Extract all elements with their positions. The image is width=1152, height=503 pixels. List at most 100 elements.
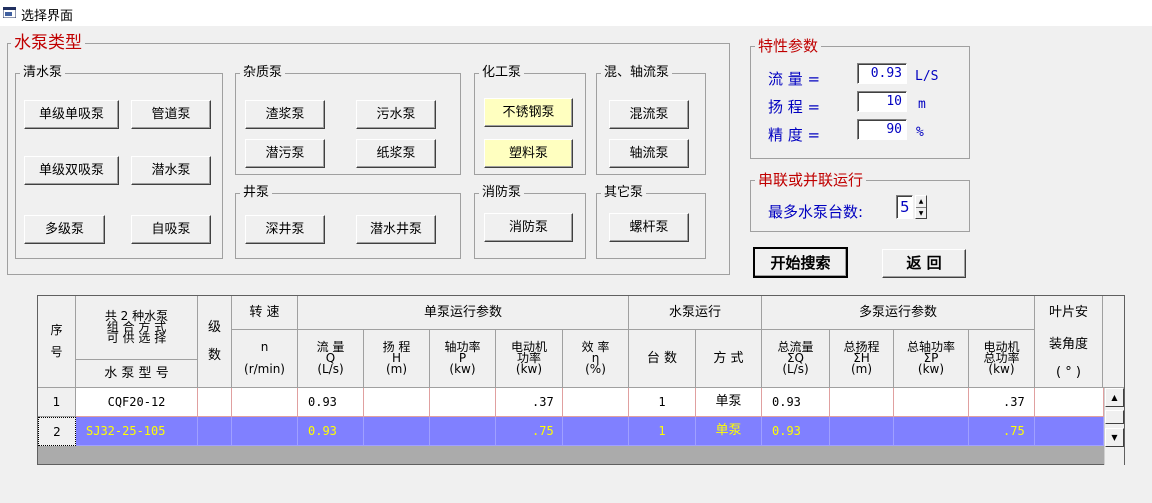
cell-total-head[interactable]: [830, 388, 894, 417]
pipeline-pump-button[interactable]: 管道泵: [131, 100, 211, 129]
precision-label: 精 度 =: [768, 126, 821, 144]
header-total-motor: 电动机 总功率 (kw): [969, 330, 1035, 388]
title-bar: 选择界面: [0, 0, 1152, 26]
cell-count[interactable]: 1: [629, 388, 696, 417]
cell-efficiency[interactable]: [563, 388, 629, 417]
header-speed: 转 速: [232, 296, 298, 330]
mixed-flow-pump-button[interactable]: 混流泵: [609, 100, 689, 129]
cell-speed[interactable]: [232, 417, 298, 446]
header-single-params: 单泵运行参数: [298, 296, 629, 330]
spin-down-icon[interactable]: ▼: [916, 207, 926, 218]
params-legend: 特性参数: [758, 37, 819, 55]
chemical-pump-legend: 化工泵: [482, 65, 522, 80]
cell-count[interactable]: 1: [629, 417, 696, 446]
header-pump-run: 水泵运行: [629, 296, 762, 330]
clear-water-legend: 清水泵: [23, 65, 63, 80]
header-blade-top: 叶片安: [1035, 296, 1103, 330]
cell-shaft-power[interactable]: [430, 388, 496, 417]
precision-unit: %: [916, 125, 924, 140]
cell-model[interactable]: CQF20-12: [76, 388, 198, 417]
cell-mode[interactable]: 单泵: [696, 417, 762, 446]
head-unit: m: [918, 97, 926, 112]
max-pumps-spinner[interactable]: ▲ ▼: [915, 195, 927, 219]
header-total-shaft: 总轴功率 ΣP (kw): [894, 330, 969, 388]
flow-unit: L/S: [915, 69, 939, 84]
app-icon: [3, 7, 16, 18]
submersible-well-pump-button[interactable]: 潜水井泵: [356, 215, 436, 244]
cell-head[interactable]: [364, 388, 430, 417]
max-pumps-field[interactable]: 5: [896, 195, 913, 219]
well-pump-legend: 井泵: [243, 185, 270, 200]
cell-flow[interactable]: 0.93: [298, 388, 364, 417]
submersible-sewage-pump-button[interactable]: 潜污泵: [245, 139, 325, 168]
flow-field[interactable]: 0.93: [857, 63, 907, 84]
sewage-pump-button[interactable]: 污水泵: [356, 100, 436, 129]
header-mode: 方 式: [696, 330, 762, 388]
cell-total-shaft[interactable]: [894, 417, 969, 446]
fire-pump-legend: 消防泵: [482, 185, 522, 200]
cell-motor-power[interactable]: .37: [496, 388, 563, 417]
cell-total-flow[interactable]: 0.93: [762, 388, 830, 417]
header-flow: 流 量 Q (L/s): [298, 330, 364, 388]
header-scroll-corner: [1103, 296, 1124, 388]
cell-total-shaft[interactable]: [894, 388, 969, 417]
cell-model[interactable]: SJ32-25-105: [76, 417, 198, 446]
cell-mode[interactable]: 单泵: [696, 388, 762, 417]
header-model: 水 泵 型 号: [76, 360, 198, 388]
cell-stage[interactable]: [198, 388, 232, 417]
fire-pump-button[interactable]: 消防泵: [484, 213, 573, 242]
cell-flow[interactable]: 0.93: [298, 417, 364, 446]
back-button[interactable]: 返 回: [882, 249, 966, 278]
other-pump-legend: 其它泵: [604, 185, 644, 200]
precision-field[interactable]: 90: [857, 119, 907, 140]
impurity-legend: 杂质泵: [243, 65, 283, 80]
deep-well-pump-button[interactable]: 深井泵: [245, 215, 325, 244]
cell-total-head[interactable]: [830, 417, 894, 446]
cell-blade-angle[interactable]: [1035, 388, 1104, 417]
cell-head[interactable]: [364, 417, 430, 446]
stainless-steel-pump-button[interactable]: 不锈钢泵: [484, 98, 573, 127]
plastic-pump-button[interactable]: 塑料泵: [484, 139, 573, 168]
single-stage-double-suction-button[interactable]: 单级双吸泵: [24, 156, 119, 185]
header-total-head: 总扬程 ΣH (m): [830, 330, 894, 388]
scroll-up-icon[interactable]: ▲: [1105, 388, 1124, 407]
header-shaft-power: 轴功率 P (kw): [430, 330, 496, 388]
spin-up-icon[interactable]: ▲: [916, 196, 926, 207]
row-number[interactable]: 1: [38, 388, 76, 417]
window-title: 选择界面: [21, 9, 74, 24]
max-pumps-label: 最多水泵台数:: [768, 203, 864, 221]
vertical-scrollbar[interactable]: ▲ ▼: [1104, 388, 1124, 465]
cell-total-motor[interactable]: .75: [969, 417, 1035, 446]
header-count: 台 数: [629, 330, 696, 388]
series-parallel-legend: 串联或并联运行: [758, 171, 864, 189]
slurry-pump-button[interactable]: 渣浆泵: [245, 100, 325, 129]
header-head: 扬 程 H (m): [364, 330, 430, 388]
header-stage: 级 数: [198, 296, 232, 388]
cell-total-motor[interactable]: .37: [969, 388, 1035, 417]
row-number[interactable]: 2: [38, 417, 76, 446]
axial-flow-pump-button[interactable]: 轴流泵: [609, 139, 689, 168]
cell-efficiency[interactable]: [563, 417, 629, 446]
results-grid: 序 号 共 2 种水泵 组 合 方 式 可 供 选 择 水 泵 型 号 级 数 …: [37, 295, 1125, 465]
start-search-button[interactable]: 开始搜索: [753, 247, 848, 278]
cell-motor-power[interactable]: .75: [496, 417, 563, 446]
cell-stage[interactable]: [198, 417, 232, 446]
mixed-axial-legend: 混、轴流泵: [604, 65, 670, 80]
cell-total-flow[interactable]: 0.93: [762, 417, 830, 446]
scroll-thumb[interactable]: [1105, 410, 1124, 424]
submersible-pump-button[interactable]: 潜水泵: [131, 156, 211, 185]
scroll-down-icon[interactable]: ▼: [1105, 428, 1124, 447]
header-total-flow: 总流量 ΣQ (L/s): [762, 330, 830, 388]
multistage-pump-button[interactable]: 多级泵: [24, 215, 105, 244]
header-multi-params: 多泵运行参数: [762, 296, 1035, 330]
header-blade-angle: 装角度 ( ° ): [1035, 330, 1103, 388]
cell-blade-angle[interactable]: [1035, 417, 1104, 446]
screw-pump-button[interactable]: 螺杆泵: [609, 213, 689, 242]
cell-speed[interactable]: [232, 388, 298, 417]
single-stage-single-suction-button[interactable]: 单级单吸泵: [24, 100, 119, 129]
pulp-pump-button[interactable]: 纸浆泵: [356, 139, 436, 168]
head-field[interactable]: 10: [857, 91, 907, 112]
head-label: 扬 程 =: [768, 98, 821, 116]
self-priming-pump-button[interactable]: 自吸泵: [131, 215, 211, 244]
cell-shaft-power[interactable]: [430, 417, 496, 446]
